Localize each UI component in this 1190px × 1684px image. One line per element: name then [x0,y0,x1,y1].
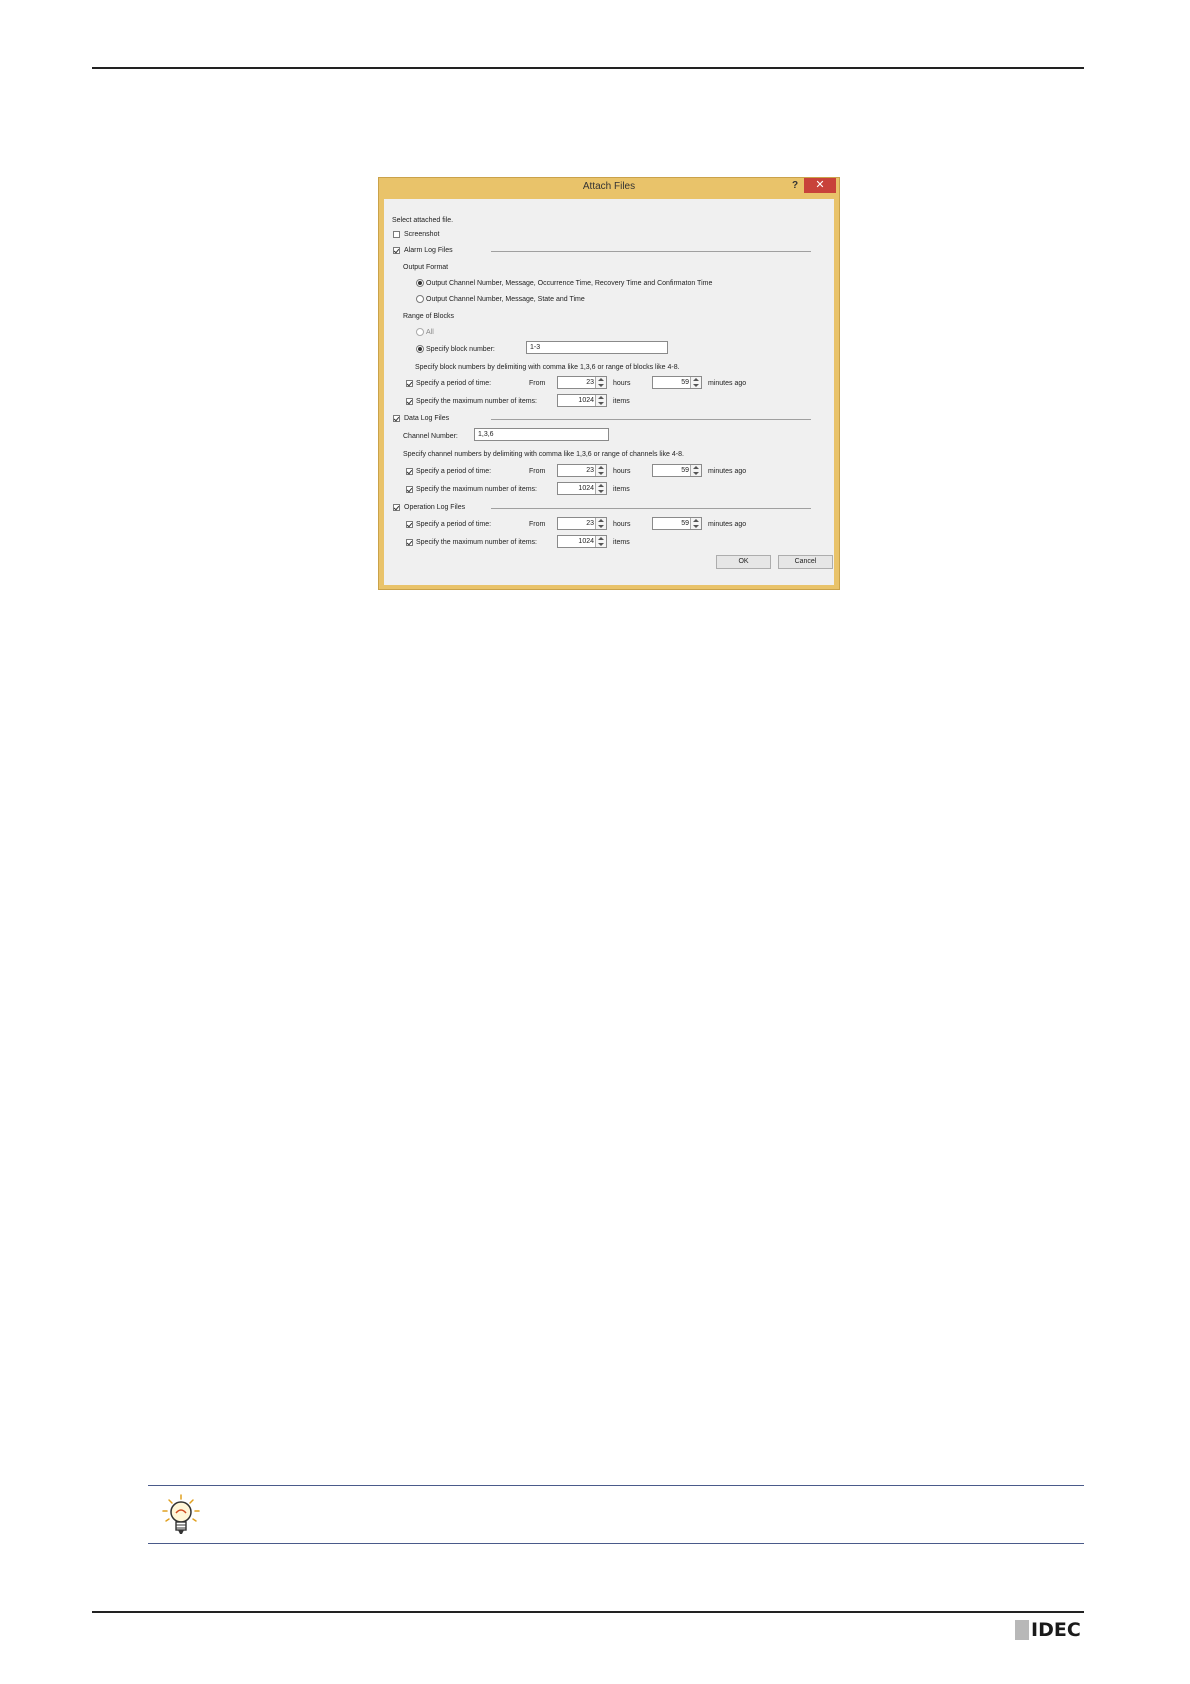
intro-label: Select attached file. [392,217,454,224]
data-hours-stepper[interactable]: 23 [557,464,607,477]
data-period-checkbox[interactable] [406,468,413,475]
operation-period-checkbox[interactable] [406,521,413,528]
logo-text: IDEC [1031,1619,1081,1641]
spin-arrows-icon[interactable] [690,465,701,476]
alarm-from-label: From [529,380,546,387]
alarm-hours-value: 23 [586,379,594,386]
alarm-log-label: Alarm Log Files [404,247,453,254]
spin-arrows-icon[interactable] [690,377,701,388]
operation-minutes-stepper[interactable]: 59 [652,517,702,530]
data-max-checkbox[interactable] [406,486,413,493]
format-option-1-label: Output Channel Number, Message, Occurren… [426,280,713,287]
operation-minutes-value: 59 [681,520,689,527]
data-hours-label: hours [613,468,631,475]
data-items-label: items [613,486,630,493]
alarm-max-label: Specify the maximum number of items: [416,398,537,405]
help-button[interactable]: ? [788,179,802,193]
data-minutes-value: 59 [681,467,689,474]
operation-max-stepper[interactable]: 1024 [557,535,607,548]
alarm-divider [491,251,811,252]
alarm-max-checkbox[interactable] [406,398,413,405]
output-format-label: Output Format [403,264,449,271]
cancel-button[interactable]: Cancel [778,555,833,569]
header-rule [92,67,1084,69]
lightbulb-icon [162,1494,200,1534]
footer-rule [92,1611,1084,1613]
alarm-period-checkbox[interactable] [406,380,413,387]
data-minutes-stepper[interactable]: 59 [652,464,702,477]
operation-from-label: From [529,521,546,528]
tip-bottom-rule [148,1543,1084,1544]
operation-items-label: items [613,539,630,546]
alarm-items-label: items [613,398,630,405]
format-option-2-label: Output Channel Number, Message, State an… [426,296,585,303]
alarm-minutes-stepper[interactable]: 59 [652,376,702,389]
data-divider [491,419,811,420]
range-of-blocks-label: Range of Blocks [403,313,454,320]
spin-arrows-icon[interactable] [595,395,606,406]
alarm-minutes-value: 59 [681,379,689,386]
data-from-label: From [529,468,546,475]
specify-block-label: Specify block number: [426,346,495,353]
dialog-title: Attach Files [582,181,636,192]
operation-period-label: Specify a period of time: [416,521,492,528]
data-period-label: Specify a period of time: [416,468,492,475]
spin-arrows-icon[interactable] [595,518,606,529]
tip-top-rule [148,1485,1084,1486]
data-max-value: 1024 [578,485,594,492]
logo-mark [1015,1620,1029,1640]
operation-max-label: Specify the maximum number of items: [416,539,537,546]
operation-log-label: Operation Log Files [404,504,466,511]
idec-logo: IDEC [1015,1618,1085,1642]
spin-arrows-icon[interactable] [595,483,606,494]
channel-number-label: Channel Number: [403,433,458,440]
spin-arrows-icon[interactable] [595,536,606,547]
attach-files-dialog: Attach Files ? ✕ Select attached file. S… [378,177,840,590]
operation-hours-label: hours [613,521,631,528]
spin-arrows-icon[interactable] [595,377,606,388]
operation-divider [491,508,811,509]
screenshot-label: Screenshot [404,231,440,238]
dialog-body: Select attached file. Screenshot Alarm L… [384,199,834,585]
data-minutes-label: minutes ago [708,468,747,475]
block-number-input[interactable]: 1-3 [526,341,668,354]
channel-hint: Specify channel numbers by delimiting wi… [403,451,684,458]
format-option-2-radio[interactable] [416,295,424,303]
all-blocks-label: All [426,329,434,336]
operation-minutes-label: minutes ago [708,521,747,528]
ok-button[interactable]: OK [716,555,771,569]
close-button[interactable]: ✕ [804,178,836,193]
alarm-hours-label: hours [613,380,631,387]
operation-hours-value: 23 [586,520,594,527]
alarm-period-label: Specify a period of time: [416,380,492,387]
operation-hours-stepper[interactable]: 23 [557,517,607,530]
format-option-1-radio[interactable] [416,279,424,287]
alarm-minutes-label: minutes ago [708,380,747,387]
dialog-titlebar[interactable]: Attach Files ? ✕ [379,178,839,195]
operation-max-value: 1024 [578,538,594,545]
all-blocks-radio[interactable] [416,328,424,336]
data-max-label: Specify the maximum number of items: [416,486,537,493]
alarm-max-value: 1024 [578,397,594,404]
data-max-stepper[interactable]: 1024 [557,482,607,495]
alarm-log-checkbox[interactable] [393,247,400,254]
channel-number-input[interactable]: 1,3,6 [474,428,609,441]
spin-arrows-icon[interactable] [595,465,606,476]
alarm-max-stepper[interactable]: 1024 [557,394,607,407]
data-log-label: Data Log Files [404,415,450,422]
operation-log-checkbox[interactable] [393,504,400,511]
alarm-hours-stepper[interactable]: 23 [557,376,607,389]
data-hours-value: 23 [586,467,594,474]
block-hint: Specify block numbers by delimiting with… [415,364,680,371]
specify-block-radio[interactable] [416,345,424,353]
spin-arrows-icon[interactable] [690,518,701,529]
operation-max-checkbox[interactable] [406,539,413,546]
screenshot-checkbox[interactable] [393,231,400,238]
data-log-checkbox[interactable] [393,415,400,422]
